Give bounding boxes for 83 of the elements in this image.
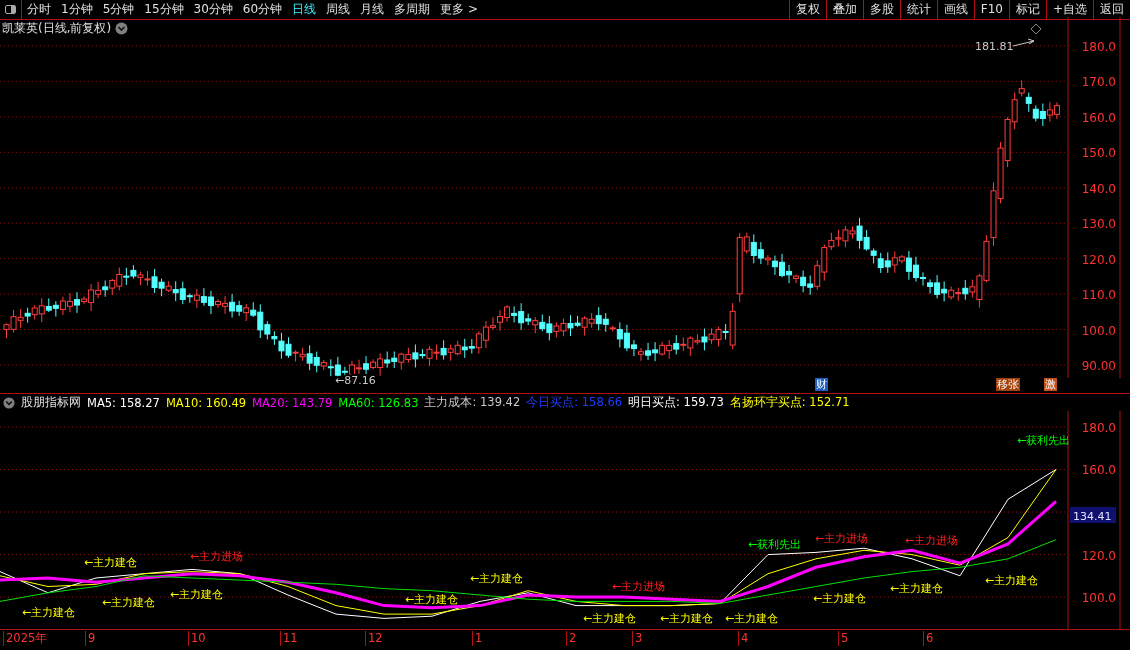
diamond-icon[interactable] — [1031, 24, 1041, 34]
date-label: 10 — [188, 631, 206, 646]
date-label: 4 — [738, 631, 749, 646]
indicator-value: 今日买点: 158.66 — [526, 395, 623, 410]
signal-label: ←主力进场 — [612, 580, 666, 593]
signal-label: ←主力建仓 — [660, 612, 714, 625]
period-tab[interactable]: 日线 — [287, 0, 322, 19]
date-label: 1 — [472, 631, 483, 646]
axis-label: 120.0 — [1081, 252, 1116, 267]
period-tab[interactable]: 30分钟 — [188, 0, 238, 19]
axis-label: 140.0 — [1081, 181, 1116, 196]
dropdown-icon[interactable] — [115, 22, 129, 35]
signal-label: ←主力建仓 — [170, 588, 224, 601]
period-tab[interactable]: 更多 > — [435, 0, 483, 19]
period-tab[interactable]: 月线 — [355, 0, 390, 19]
date-label: 6 — [923, 631, 934, 646]
price-tag: 134.41 — [1070, 507, 1116, 523]
indicator-value: 主力成本: 139.42 — [424, 395, 521, 410]
signal-label: ←主力建仓 — [890, 582, 944, 595]
signal-label: ←主力建仓 — [22, 606, 76, 619]
signal-label: ←主力建仓 — [84, 556, 138, 569]
axis-label: 170.0 — [1081, 75, 1116, 90]
date-label: 11 — [280, 631, 298, 646]
indicator-value: MA5: 158.27 — [87, 395, 160, 410]
high-price-label: 181.81 — [975, 40, 1014, 53]
toolbar-button[interactable]: 叠加 — [825, 0, 863, 19]
low-price-label: ←87.16 — [335, 374, 376, 387]
event-marker[interactable]: 激 — [1044, 378, 1057, 391]
leader-line — [1012, 38, 1035, 47]
axis-label: 90.00 — [1081, 359, 1116, 373]
toolbar-button[interactable]: +自选 — [1045, 0, 1093, 19]
indicator-value: 明日买点: 159.73 — [628, 395, 724, 410]
event-marker[interactable]: 财 — [815, 378, 828, 391]
axis-label: 180.0 — [1081, 40, 1116, 54]
toolbar-button[interactable]: 标记 — [1008, 0, 1046, 19]
toolbar-button[interactable]: 统计 — [899, 0, 937, 19]
signal-label: ←主力进场 — [905, 534, 959, 547]
period-tab[interactable]: 分时 — [22, 0, 56, 19]
period-tab[interactable]: 周线 — [321, 0, 356, 19]
axis-label: 180.0 — [1081, 420, 1116, 435]
axis-label: 100.0 — [1081, 323, 1116, 338]
axis-label: 100.0 — [1081, 591, 1116, 606]
period-tab[interactable]: 5分钟 — [97, 0, 140, 19]
indicator-value: MA60: 126.83 — [338, 395, 419, 410]
date-label: 5 — [838, 631, 849, 646]
signal-label: ←主力建仓 — [102, 596, 156, 609]
toolbar-button[interactable]: 多股 — [862, 0, 900, 19]
period-tab[interactable]: 60分钟 — [237, 0, 288, 19]
stock-title: 凯莱英(日线,前复权) — [2, 20, 112, 37]
signal-label: ←获利先出 — [748, 538, 802, 551]
date-label: 2 — [566, 631, 577, 646]
toolbar-button[interactable]: 画线 — [936, 0, 974, 19]
indicator-name: 股朋指标网 — [21, 395, 81, 410]
signal-label: ←获利先出 — [1017, 434, 1071, 447]
date-label: 12 — [365, 631, 383, 646]
signal-label: ←主力建仓 — [583, 612, 637, 625]
period-tab[interactable]: 1分钟 — [56, 0, 98, 19]
signal-label: ←主力建仓 — [813, 592, 867, 605]
axis-label: 150.0 — [1081, 146, 1116, 161]
signal-label: ←主力建仓 — [725, 612, 779, 625]
event-marker[interactable]: 移张 — [996, 378, 1020, 391]
signal-label: ←主力建仓 — [405, 593, 459, 606]
date-label: 2025年 — [3, 631, 48, 646]
toolbar-button[interactable]: 复权 — [788, 0, 826, 19]
toolbar-button[interactable]: F10 — [973, 0, 1009, 19]
date-label: 9 — [85, 631, 96, 646]
signal-label: ←主力进场 — [815, 532, 869, 545]
dropdown-icon[interactable] — [3, 396, 15, 409]
period-tab[interactable]: 15分钟 — [139, 0, 189, 19]
period-tab[interactable]: 多周期 — [389, 0, 436, 19]
date-label: 3 — [632, 631, 643, 646]
signal-label: ←主力建仓 — [470, 572, 524, 585]
axis-label: 110.0 — [1081, 288, 1116, 303]
signal-label: ←主力建仓 — [985, 574, 1039, 587]
indicator-value: MA20: 143.79 — [252, 395, 333, 410]
axis-label: 160.0 — [1081, 463, 1116, 478]
indicator-value: MA10: 160.49 — [165, 395, 247, 410]
signal-label: ←主力进场 — [190, 550, 244, 563]
axis-label: 160.0 — [1081, 110, 1116, 125]
toolbar-button[interactable]: 返回 — [1093, 0, 1130, 19]
axis-label: 130.0 — [1081, 217, 1116, 232]
axis-label: 120.0 — [1081, 548, 1116, 563]
indicator-value: 名扬环宇买点: 152.71 — [729, 395, 850, 410]
